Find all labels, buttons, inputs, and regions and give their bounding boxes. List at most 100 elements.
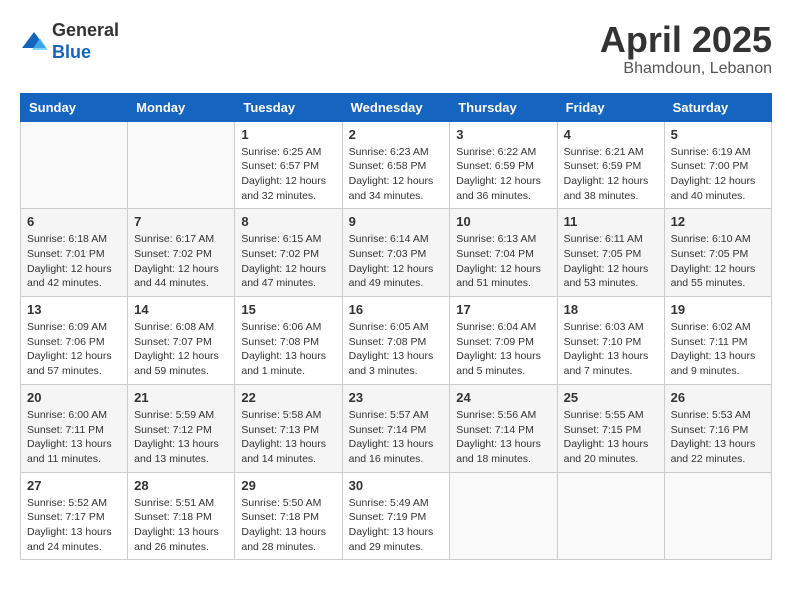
day-info: Sunrise: 5:50 AM Sunset: 7:18 PM Dayligh… <box>241 496 335 555</box>
calendar-cell: 9 Sunrise: 6:14 AM Sunset: 7:03 PM Daylig… <box>342 209 450 297</box>
calendar-cell: 15 Sunrise: 6:06 AM Sunset: 7:08 PM Dayli… <box>235 297 342 385</box>
day-info: Sunrise: 6:25 AM Sunset: 6:57 PM Dayligh… <box>241 145 335 204</box>
day-number: 27 <box>27 478 121 493</box>
calendar-cell: 1 Sunrise: 6:25 AM Sunset: 6:57 PM Daylig… <box>235 121 342 209</box>
day-number: 26 <box>671 390 765 405</box>
day-info: Sunrise: 5:57 AM Sunset: 7:14 PM Dayligh… <box>349 408 444 467</box>
day-info: Sunrise: 6:17 AM Sunset: 7:02 PM Dayligh… <box>134 232 228 291</box>
calendar-cell <box>21 121 128 209</box>
day-number: 16 <box>349 302 444 317</box>
calendar-week-row: 13Sunrise: 6:09 AM Sunset: 7:06 PM Dayli… <box>21 297 772 385</box>
calendar-cell: 20 Sunrise: 6:00 AM Sunset: 7:11 PM Dayli… <box>21 384 128 472</box>
day-number: 28 <box>134 478 228 493</box>
calendar-cell <box>450 472 557 560</box>
calendar-cell: 11Sunrise: 6:11 AM Sunset: 7:05 PM Dayli… <box>557 209 664 297</box>
day-info: Sunrise: 6:22 AM Sunset: 6:59 PM Dayligh… <box>456 145 550 204</box>
calendar-cell: 29 Sunrise: 5:50 AM Sunset: 7:18 PM Dayli… <box>235 472 342 560</box>
day-number: 18 <box>564 302 658 317</box>
month-title: April 2025 <box>600 20 772 60</box>
calendar-cell: 16Sunrise: 6:05 AM Sunset: 7:08 PM Dayli… <box>342 297 450 385</box>
day-number: 20 <box>27 390 121 405</box>
day-info: Sunrise: 6:06 AM Sunset: 7:08 PM Dayligh… <box>241 320 335 379</box>
calendar-header-row: SundayMondayTuesdayWednesdayThursdayFrid… <box>21 93 772 121</box>
day-info: Sunrise: 5:52 AM Sunset: 7:17 PM Dayligh… <box>27 496 121 555</box>
calendar-cell: 5Sunrise: 6:19 AM Sunset: 7:00 PM Daylig… <box>664 121 771 209</box>
day-info: Sunrise: 6:18 AM Sunset: 7:01 PM Dayligh… <box>27 232 121 291</box>
calendar-cell: 12 Sunrise: 6:10 AM Sunset: 7:05 PM Dayli… <box>664 209 771 297</box>
day-number: 23 <box>349 390 444 405</box>
logo-general-text: General <box>52 20 119 42</box>
calendar-cell: 2Sunrise: 6:23 AM Sunset: 6:58 PM Daylig… <box>342 121 450 209</box>
day-number: 25 <box>564 390 658 405</box>
logo-icon <box>20 28 48 56</box>
day-number: 2 <box>349 127 444 142</box>
calendar-cell: 25 Sunrise: 5:55 AM Sunset: 7:15 PM Dayli… <box>557 384 664 472</box>
day-number: 6 <box>27 214 121 229</box>
calendar-cell <box>557 472 664 560</box>
day-number: 12 <box>671 214 765 229</box>
day-number: 7 <box>134 214 228 229</box>
weekday-header: Friday <box>557 93 664 121</box>
calendar-cell: 23 Sunrise: 5:57 AM Sunset: 7:14 PM Dayli… <box>342 384 450 472</box>
calendar-cell: 26 Sunrise: 5:53 AM Sunset: 7:16 PM Dayli… <box>664 384 771 472</box>
day-info: Sunrise: 6:21 AM Sunset: 6:59 PM Dayligh… <box>564 145 658 204</box>
calendar-cell <box>128 121 235 209</box>
calendar-week-row: 1 Sunrise: 6:25 AM Sunset: 6:57 PM Daylig… <box>21 121 772 209</box>
calendar-cell: 14 Sunrise: 6:08 AM Sunset: 7:07 PM Dayli… <box>128 297 235 385</box>
logo: General Blue <box>20 20 119 63</box>
calendar-table: SundayMondayTuesdayWednesdayThursdayFrid… <box>20 93 772 561</box>
day-number: 21 <box>134 390 228 405</box>
day-number: 11 <box>564 214 658 229</box>
logo-blue-text: Blue <box>52 42 119 64</box>
day-info: Sunrise: 5:55 AM Sunset: 7:15 PM Dayligh… <box>564 408 658 467</box>
day-number: 9 <box>349 214 444 229</box>
day-info: Sunrise: 5:56 AM Sunset: 7:14 PM Dayligh… <box>456 408 550 467</box>
day-info: Sunrise: 5:53 AM Sunset: 7:16 PM Dayligh… <box>671 408 765 467</box>
day-info: Sunrise: 5:59 AM Sunset: 7:12 PM Dayligh… <box>134 408 228 467</box>
day-info: Sunrise: 6:03 AM Sunset: 7:10 PM Dayligh… <box>564 320 658 379</box>
day-info: Sunrise: 5:51 AM Sunset: 7:18 PM Dayligh… <box>134 496 228 555</box>
day-info: Sunrise: 6:15 AM Sunset: 7:02 PM Dayligh… <box>241 232 335 291</box>
calendar-cell: 19 Sunrise: 6:02 AM Sunset: 7:11 PM Dayli… <box>664 297 771 385</box>
day-info: Sunrise: 5:49 AM Sunset: 7:19 PM Dayligh… <box>349 496 444 555</box>
calendar-cell: 17Sunrise: 6:04 AM Sunset: 7:09 PM Dayli… <box>450 297 557 385</box>
day-number: 22 <box>241 390 335 405</box>
day-number: 19 <box>671 302 765 317</box>
calendar-cell: 18 Sunrise: 6:03 AM Sunset: 7:10 PM Dayli… <box>557 297 664 385</box>
day-info: Sunrise: 6:10 AM Sunset: 7:05 PM Dayligh… <box>671 232 765 291</box>
day-info: Sunrise: 6:08 AM Sunset: 7:07 PM Dayligh… <box>134 320 228 379</box>
weekday-header: Wednesday <box>342 93 450 121</box>
weekday-header: Sunday <box>21 93 128 121</box>
weekday-header: Monday <box>128 93 235 121</box>
day-number: 24 <box>456 390 550 405</box>
day-info: Sunrise: 6:13 AM Sunset: 7:04 PM Dayligh… <box>456 232 550 291</box>
day-info: Sunrise: 5:58 AM Sunset: 7:13 PM Dayligh… <box>241 408 335 467</box>
day-info: Sunrise: 6:14 AM Sunset: 7:03 PM Dayligh… <box>349 232 444 291</box>
page-header: General Blue April 2025 Bhamdoun, Lebano… <box>20 20 772 78</box>
calendar-cell: 10 Sunrise: 6:13 AM Sunset: 7:04 PM Dayli… <box>450 209 557 297</box>
day-number: 15 <box>241 302 335 317</box>
weekday-header: Tuesday <box>235 93 342 121</box>
day-number: 3 <box>456 127 550 142</box>
day-info: Sunrise: 6:04 AM Sunset: 7:09 PM Dayligh… <box>456 320 550 379</box>
calendar-cell: 27 Sunrise: 5:52 AM Sunset: 7:17 PM Dayli… <box>21 472 128 560</box>
calendar-cell: 8Sunrise: 6:15 AM Sunset: 7:02 PM Daylig… <box>235 209 342 297</box>
calendar-cell: 3 Sunrise: 6:22 AM Sunset: 6:59 PM Daylig… <box>450 121 557 209</box>
calendar-cell: 13Sunrise: 6:09 AM Sunset: 7:06 PM Dayli… <box>21 297 128 385</box>
day-info: Sunrise: 6:00 AM Sunset: 7:11 PM Dayligh… <box>27 408 121 467</box>
calendar-week-row: 20 Sunrise: 6:00 AM Sunset: 7:11 PM Dayli… <box>21 384 772 472</box>
calendar-cell: 22 Sunrise: 5:58 AM Sunset: 7:13 PM Dayli… <box>235 384 342 472</box>
day-info: Sunrise: 6:02 AM Sunset: 7:11 PM Dayligh… <box>671 320 765 379</box>
location: Bhamdoun, Lebanon <box>600 60 772 78</box>
calendar-cell: 4Sunrise: 6:21 AM Sunset: 6:59 PM Daylig… <box>557 121 664 209</box>
day-info: Sunrise: 6:09 AM Sunset: 7:06 PM Dayligh… <box>27 320 121 379</box>
title-block: April 2025 Bhamdoun, Lebanon <box>600 20 772 78</box>
day-number: 29 <box>241 478 335 493</box>
day-number: 1 <box>241 127 335 142</box>
day-number: 14 <box>134 302 228 317</box>
calendar-cell: 6 Sunrise: 6:18 AM Sunset: 7:01 PM Daylig… <box>21 209 128 297</box>
day-number: 5 <box>671 127 765 142</box>
day-number: 10 <box>456 214 550 229</box>
day-number: 30 <box>349 478 444 493</box>
calendar-week-row: 6 Sunrise: 6:18 AM Sunset: 7:01 PM Daylig… <box>21 209 772 297</box>
